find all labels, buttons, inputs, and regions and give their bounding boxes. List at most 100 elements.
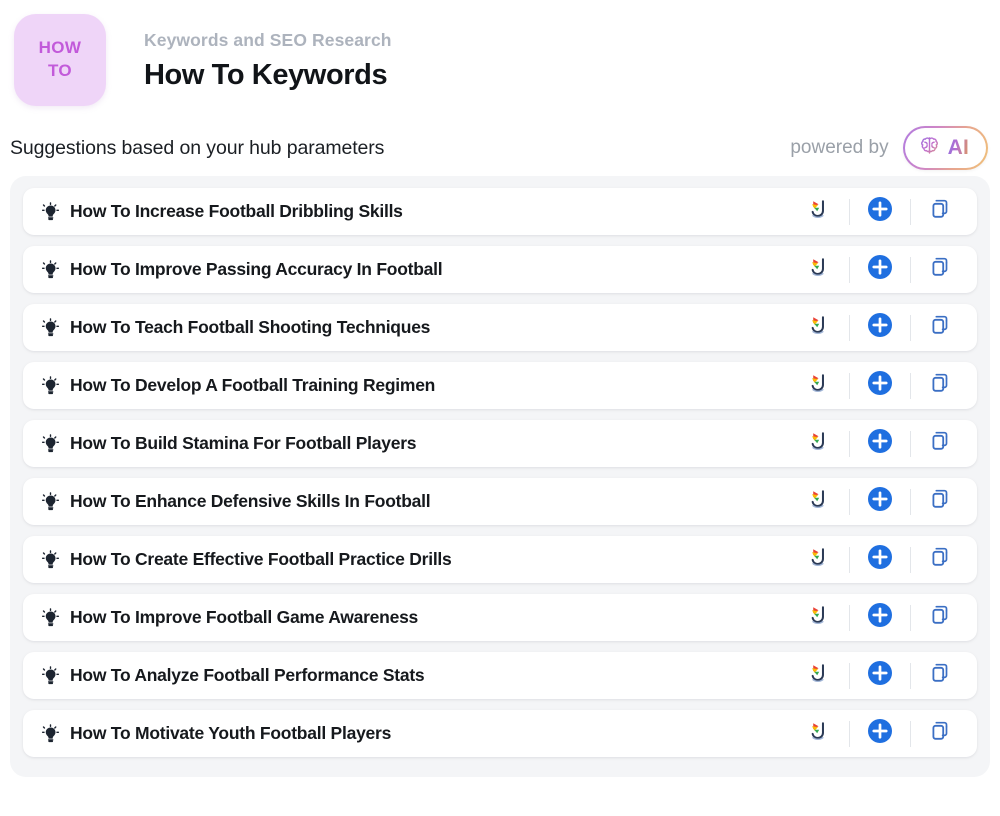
copy-button[interactable] [919,602,963,633]
add-icon [867,196,893,227]
action-separator [849,720,850,747]
row-actions [797,536,963,583]
add-button[interactable] [858,370,902,401]
action-separator [910,662,911,689]
jasper-icon-button[interactable] [797,660,841,692]
lightbulb-icon [39,549,61,571]
action-separator [849,314,850,341]
add-button[interactable] [858,254,902,285]
row-actions [797,420,963,467]
suggestion-row[interactable]: How To Improve Football Game Awareness [23,594,977,641]
copy-button[interactable] [919,312,963,343]
add-icon [867,660,893,691]
lightbulb-icon [39,259,61,281]
add-icon [867,370,893,401]
copy-button[interactable] [919,718,963,749]
action-separator [849,256,850,283]
suggestion-row[interactable]: How To Motivate Youth Football Players [23,710,977,757]
powered-by-group: powered by AI [790,126,988,170]
suggestion-row[interactable]: How To Build Stamina For Football Player… [23,420,977,467]
copy-icon [928,370,954,401]
copy-icon [928,486,954,517]
add-button[interactable] [858,428,902,459]
copy-icon [928,602,954,633]
add-button[interactable] [858,660,902,691]
jasper-icon [806,428,833,460]
suggestion-label: How To Analyze Football Performance Stat… [70,665,425,685]
jasper-icon-button[interactable] [797,312,841,344]
row-actions [797,594,963,641]
action-separator [849,198,850,225]
suggestion-row[interactable]: How To Teach Football Shooting Technique… [23,304,977,351]
jasper-icon-button[interactable] [797,196,841,228]
add-button[interactable] [858,312,902,343]
lightbulb-icon [39,723,61,745]
copy-button[interactable] [919,428,963,459]
copy-icon [928,254,954,285]
action-separator [910,546,911,573]
action-separator [910,256,911,283]
copy-button[interactable] [919,254,963,285]
jasper-icon-button[interactable] [797,370,841,402]
action-separator [849,488,850,515]
row-actions [797,188,963,235]
suggestion-row[interactable]: How To Enhance Defensive Skills In Footb… [23,478,977,525]
copy-icon [928,196,954,227]
suggestion-row[interactable]: How To Analyze Football Performance Stat… [23,652,977,699]
ai-badge: AI [903,126,988,170]
jasper-icon [806,718,833,750]
action-separator [910,198,911,225]
row-actions [797,246,963,293]
copy-icon [928,718,954,749]
action-separator [910,430,911,457]
page-title: How To Keywords [144,59,388,91]
powered-by-label: powered by [790,137,889,158]
jasper-icon [806,312,833,344]
suggestion-label: How To Enhance Defensive Skills In Footb… [70,491,431,511]
suggestion-label: How To Teach Football Shooting Technique… [70,317,431,337]
jasper-icon [806,660,833,692]
hub-badge: HOW TO [14,14,106,106]
add-icon [867,254,893,285]
suggestion-label: How To Create Effective Football Practic… [70,549,452,569]
add-icon [867,486,893,517]
jasper-icon-button[interactable] [797,486,841,518]
jasper-icon-button[interactable] [797,718,841,750]
copy-button[interactable] [919,544,963,575]
row-actions [797,304,963,351]
suggestion-label: How To Build Stamina For Football Player… [70,433,417,453]
row-actions [797,362,963,409]
suggestion-row[interactable]: How To Increase Football Dribbling Skill… [23,188,977,235]
copy-button[interactable] [919,486,963,517]
suggestion-row[interactable]: How To Create Effective Football Practic… [23,536,977,583]
lightbulb-icon [39,665,61,687]
suggestion-row[interactable]: How To Develop A Football Training Regim… [23,362,977,409]
copy-icon [928,312,954,343]
jasper-icon-button[interactable] [797,428,841,460]
brain-icon [918,134,941,162]
jasper-icon-button[interactable] [797,602,841,634]
copy-icon [928,660,954,691]
add-icon [867,718,893,749]
header-text-block: Keywords and SEO Research How To Keyword… [144,14,392,92]
copy-button[interactable] [919,660,963,691]
add-button[interactable] [858,486,902,517]
copy-button[interactable] [919,196,963,227]
page-header: HOW TO Keywords and SEO Research How To … [0,0,1000,120]
add-button[interactable] [858,718,902,749]
suggestion-row[interactable]: How To Improve Passing Accuracy In Footb… [23,246,977,293]
add-button[interactable] [858,602,902,633]
action-separator [910,604,911,631]
hub-badge-line1: HOW [38,38,82,58]
copy-button[interactable] [919,370,963,401]
add-button[interactable] [858,544,902,575]
jasper-icon [806,254,833,286]
action-separator [849,430,850,457]
jasper-icon [806,196,833,228]
add-button[interactable] [858,196,902,227]
jasper-icon-button[interactable] [797,254,841,286]
row-actions [797,710,963,757]
lightbulb-icon [39,375,61,397]
jasper-icon [806,602,833,634]
jasper-icon-button[interactable] [797,544,841,576]
